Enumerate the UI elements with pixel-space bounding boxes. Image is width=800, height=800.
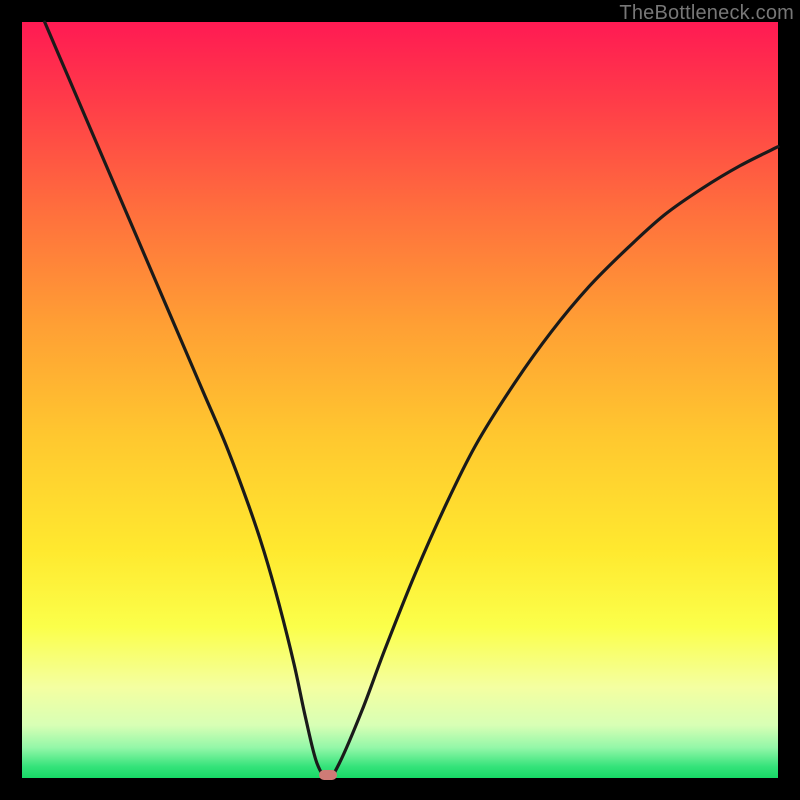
curve-layer — [22, 22, 778, 778]
chart-frame — [22, 22, 778, 778]
bottleneck-curve — [45, 22, 778, 778]
watermark-text: TheBottleneck.com — [619, 2, 794, 25]
minimum-marker — [319, 770, 337, 780]
plot-area — [22, 22, 778, 778]
